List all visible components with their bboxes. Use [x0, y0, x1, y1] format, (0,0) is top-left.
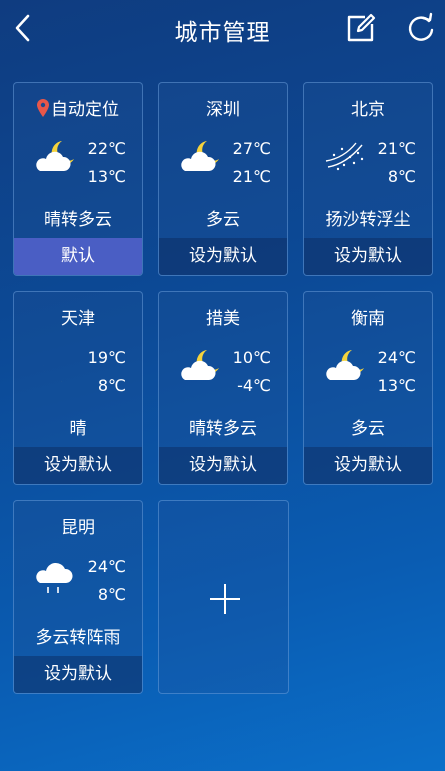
weather-description: 多云	[206, 210, 240, 230]
city-name-label: 措美	[206, 309, 240, 329]
city-name-label: 深圳	[206, 100, 240, 120]
set-default-button[interactable]: 设为默认	[159, 447, 287, 484]
set-default-button[interactable]: 设为默认	[14, 447, 142, 484]
edit-icon	[347, 13, 376, 42]
city-card[interactable]: 北京 21℃ 8℃ 扬沙转浮尘设为默认	[303, 82, 433, 276]
high-temperature: 19℃	[87, 348, 126, 367]
low-temperature: 13℃	[87, 167, 126, 186]
city-name-label: 衡南	[351, 309, 385, 329]
cloudy-moon-icon	[177, 135, 223, 179]
city-card[interactable]: 措美 10℃ -4℃ 晴转多云设为默认	[158, 291, 288, 485]
city-card[interactable]: 自动定位 22℃ 13℃ 晴转多云默认	[13, 82, 143, 276]
low-temperature: -4℃	[237, 376, 271, 395]
weather-description: 晴	[69, 419, 87, 439]
set-default-button[interactable]: 设为默认	[304, 238, 432, 275]
low-temperature: 8℃	[387, 167, 416, 186]
high-temperature: 24℃	[377, 348, 416, 367]
moon-icon	[32, 344, 78, 388]
weather-description: 晴转多云	[189, 419, 257, 439]
default-badge-button[interactable]: 默认	[14, 238, 142, 275]
refresh-button[interactable]	[405, 12, 437, 44]
low-temperature: 13℃	[377, 376, 416, 395]
set-default-button[interactable]: 设为默认	[304, 447, 432, 484]
weather-description: 扬沙转浮尘	[325, 210, 411, 230]
city-card[interactable]: 深圳 27℃ 21℃ 多云设为默认	[158, 82, 288, 276]
city-name: 衡南	[304, 304, 432, 329]
high-temperature: 10℃	[232, 348, 271, 367]
high-temperature: 27℃	[232, 139, 271, 158]
low-temperature: 8℃	[97, 376, 126, 395]
city-name-label: 北京	[351, 100, 385, 120]
add-city-button[interactable]	[158, 500, 289, 694]
city-name: 天津	[14, 304, 142, 329]
city-name: 深圳	[159, 95, 287, 120]
edit-button[interactable]	[345, 12, 377, 44]
city-name-label: 自动定位	[51, 100, 119, 120]
low-temperature: 21℃	[232, 167, 271, 186]
plus-icon	[210, 584, 240, 614]
refresh-icon	[408, 12, 434, 41]
header: 城市管理	[0, 0, 445, 58]
city-name: 昆明	[14, 513, 142, 538]
cloudy-moon-icon	[32, 135, 78, 179]
high-temperature: 22℃	[87, 139, 126, 158]
sand-wind-icon	[322, 135, 368, 179]
city-name: 自动定位	[14, 95, 142, 122]
city-name: 措美	[159, 304, 287, 329]
weather-description: 多云转阵雨	[35, 628, 121, 648]
weather-description: 多云	[351, 419, 385, 439]
low-temperature: 8℃	[97, 585, 126, 604]
weather-description: 晴转多云	[44, 210, 112, 230]
rain-cloud-icon	[32, 553, 78, 597]
location-pin-icon	[37, 99, 49, 122]
cloudy-moon-icon	[177, 344, 223, 388]
city-card[interactable]: 天津 19℃ 8℃ 晴设为默认	[13, 291, 143, 485]
high-temperature: 21℃	[377, 139, 416, 158]
city-name-label: 天津	[61, 309, 95, 329]
high-temperature: 24℃	[87, 557, 126, 576]
city-card[interactable]: 衡南 24℃ 13℃ 多云设为默认	[303, 291, 433, 485]
city-card[interactable]: 昆明 24℃ 8℃ 多云转阵雨设为默认	[13, 500, 143, 694]
city-name-label: 昆明	[61, 518, 95, 538]
set-default-button[interactable]: 设为默认	[14, 656, 142, 693]
page-title: 城市管理	[174, 20, 271, 46]
cloudy-moon-icon	[322, 344, 368, 388]
city-name: 北京	[304, 95, 432, 120]
set-default-button[interactable]: 设为默认	[159, 238, 287, 275]
